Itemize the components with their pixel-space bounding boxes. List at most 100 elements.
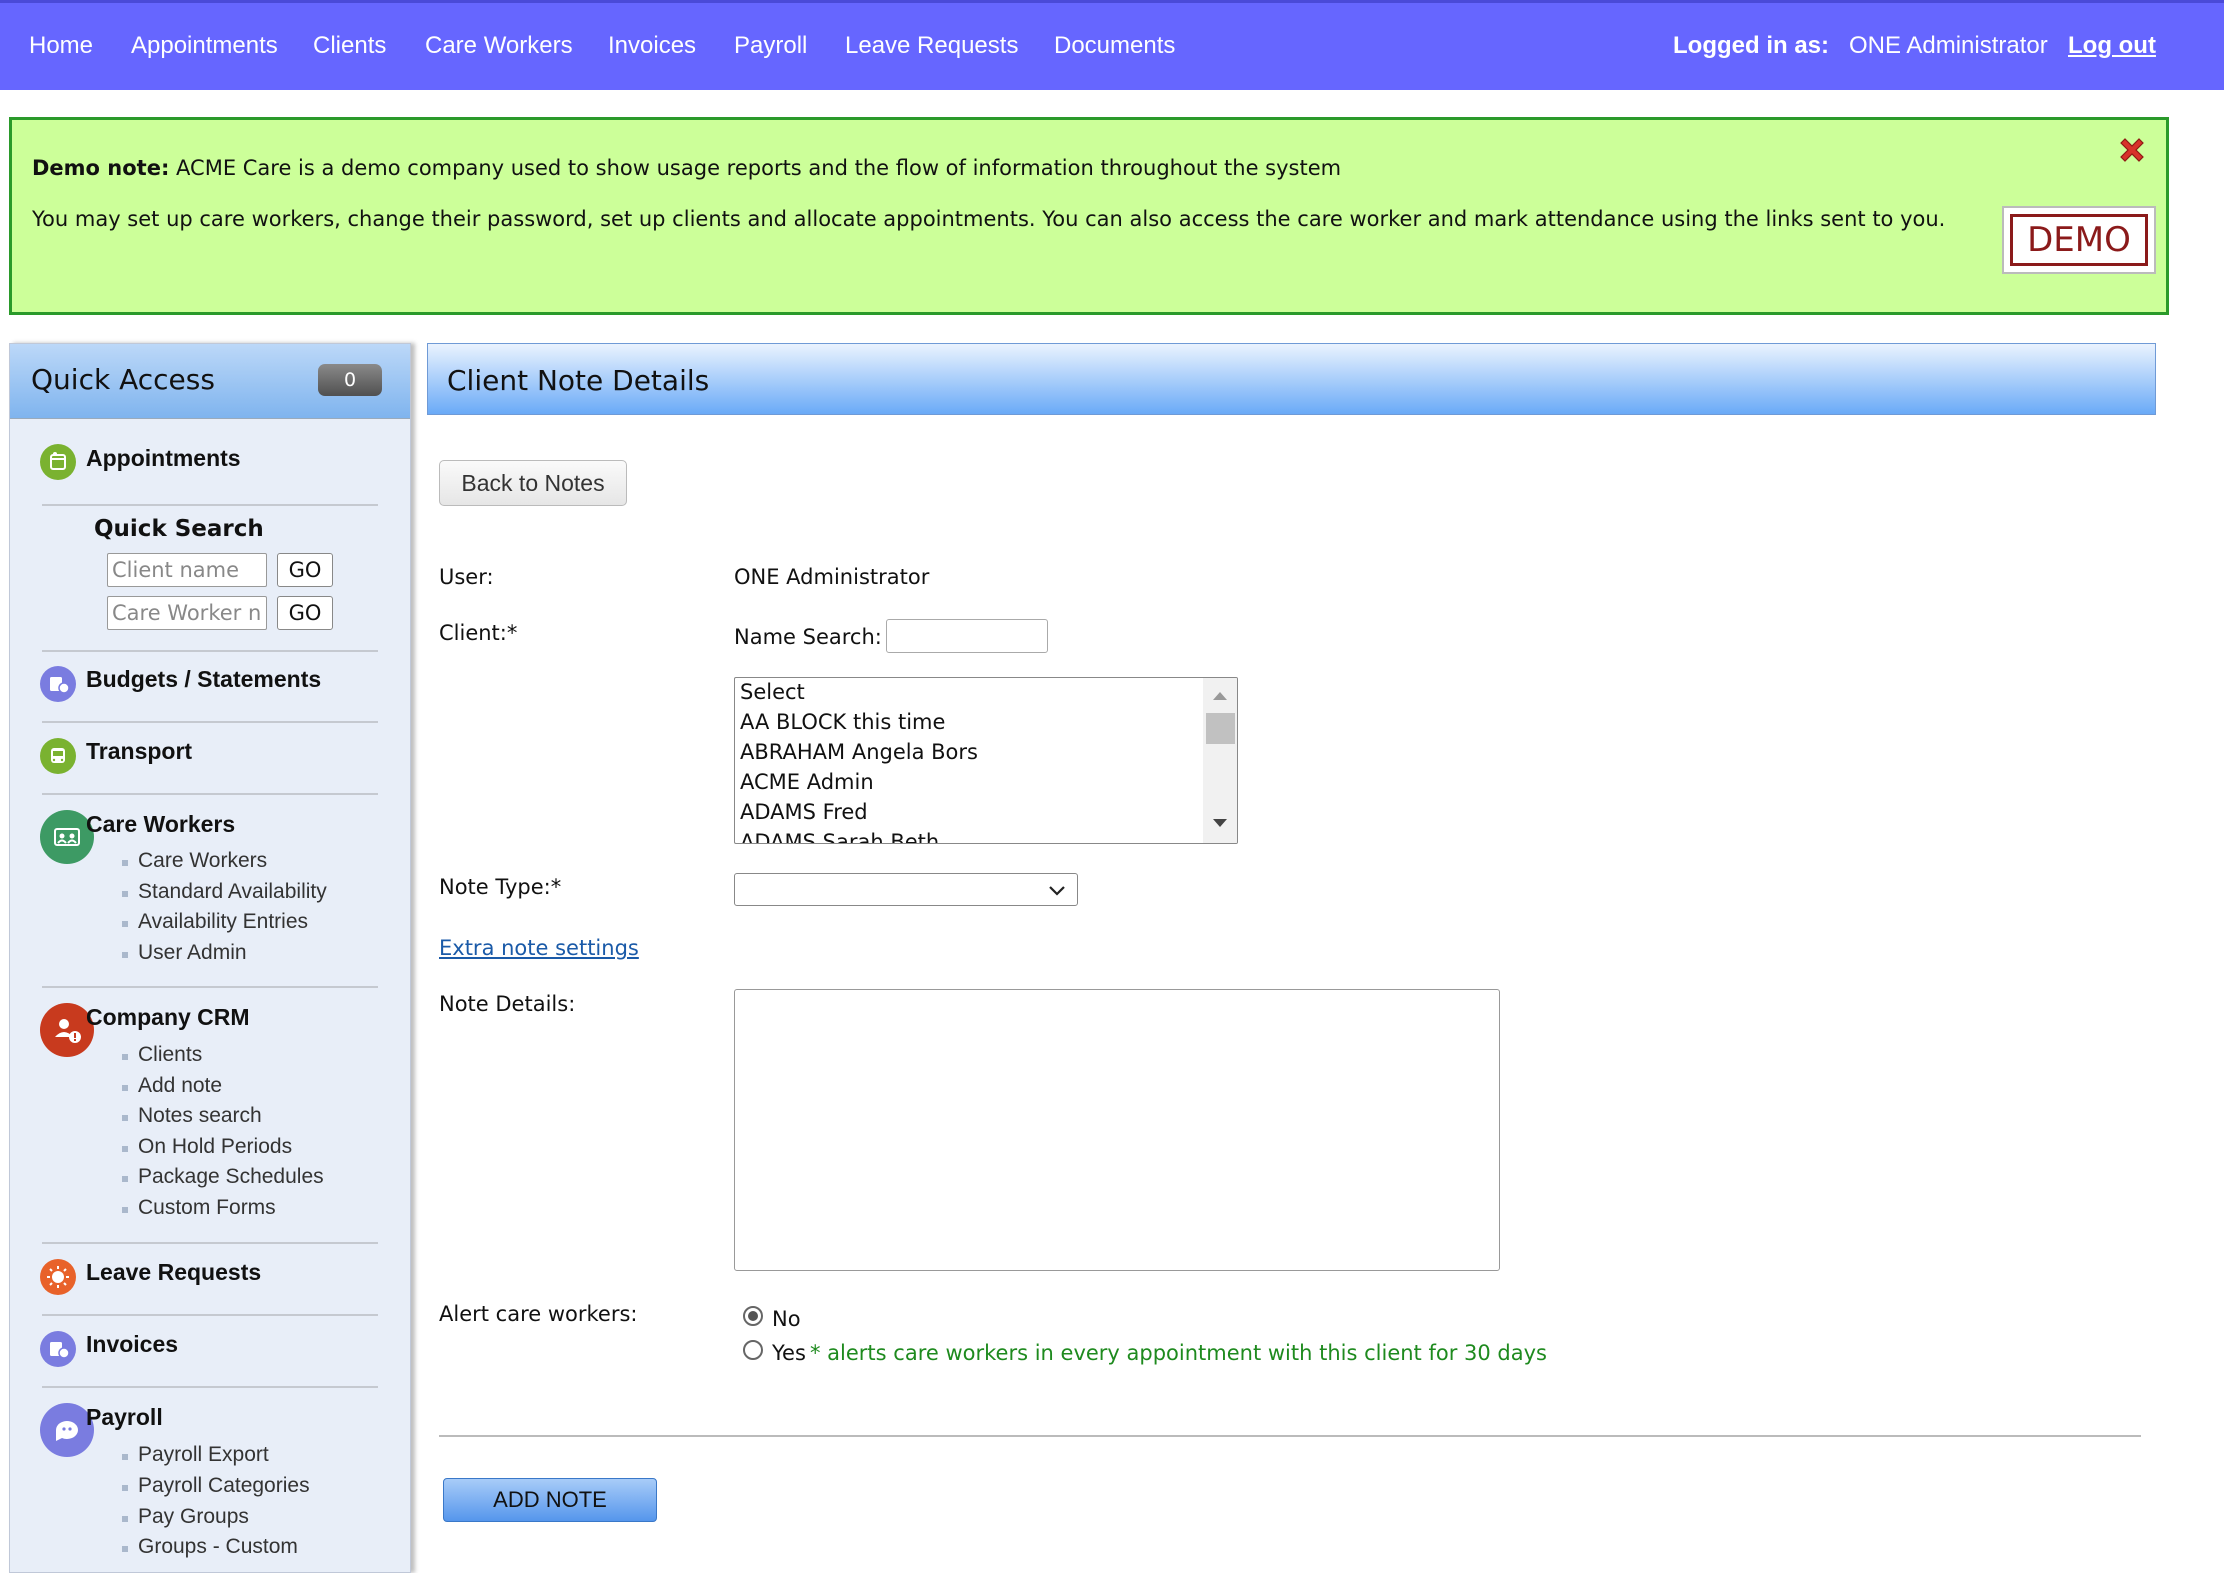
sidebar-link-user-admin[interactable]: User Admin <box>138 941 247 965</box>
note-type-label: Note Type:* <box>439 875 562 899</box>
quick-access-count-badge[interactable]: 0 <box>318 364 382 396</box>
client-option[interactable]: AA BLOCK this time <box>740 710 945 734</box>
alert-help-text: * alerts care workers in every appointme… <box>810 1341 1547 1365</box>
bullet <box>122 860 128 866</box>
sidebar-link-groups-custom[interactable]: Groups - Custom <box>138 1535 298 1559</box>
scroll-up-arrow-icon[interactable] <box>1213 692 1227 700</box>
sidebar-leave-requests[interactable]: Leave Requests <box>86 1259 261 1286</box>
sidebar-transport[interactable]: Transport <box>86 738 192 765</box>
client-option[interactable]: ACME Admin <box>740 770 874 794</box>
alert-yes-radio[interactable] <box>743 1340 763 1360</box>
bullet <box>122 1516 128 1522</box>
demo-note-text: ACME Care is a demo company used to show… <box>169 156 1342 180</box>
sidebar-link-add-note[interactable]: Add note <box>138 1074 222 1098</box>
alert-care-workers-label: Alert care workers: <box>439 1302 638 1326</box>
bullet <box>122 1485 128 1491</box>
demo-note-banner: Demo note: ACME Care is a demo company u… <box>9 117 2169 315</box>
client-option[interactable]: ADAMS Sarah Beth <box>740 830 939 843</box>
bullet <box>122 1146 128 1152</box>
bullet <box>122 1207 128 1213</box>
nav-leave-requests[interactable]: Leave Requests <box>845 32 1018 60</box>
bullet <box>122 952 128 958</box>
sidebar-link-notes-search[interactable]: Notes search <box>138 1104 262 1128</box>
alert-no-radio[interactable] <box>743 1306 763 1326</box>
divider <box>42 793 378 795</box>
client-note-details-header: Client Note Details <box>427 343 2156 415</box>
nav-clients[interactable]: Clients <box>313 32 386 60</box>
bullet <box>122 1054 128 1060</box>
scroll-down-arrow-icon[interactable] <box>1213 819 1227 827</box>
sidebar-appointments[interactable]: Appointments <box>86 445 241 472</box>
extra-note-settings-link[interactable]: Extra note settings <box>439 936 639 960</box>
divider <box>42 1314 378 1316</box>
demo-note-line-1: Demo note: ACME Care is a demo company u… <box>32 156 1341 180</box>
nav-payroll[interactable]: Payroll <box>734 32 807 60</box>
sun-icon <box>40 1259 76 1295</box>
sidebar-link-care-workers[interactable]: Care Workers <box>138 849 267 873</box>
scroll-thumb[interactable] <box>1206 713 1235 744</box>
bullet <box>122 1454 128 1460</box>
quick-access-header: Quick Access 0 <box>10 344 410 419</box>
bullet <box>122 1115 128 1121</box>
demo-badge-text: DEMO <box>2010 214 2148 266</box>
nav-documents[interactable]: Documents <box>1054 32 1175 60</box>
client-name-search-field[interactable] <box>886 619 1048 653</box>
note-type-select[interactable] <box>734 873 1078 906</box>
divider <box>439 1435 2141 1437</box>
client-option[interactable]: ABRAHAM Angela Bors <box>740 740 978 764</box>
client-option[interactable]: ADAMS Fred <box>740 800 868 824</box>
quick-search-title: Quick Search <box>94 516 264 542</box>
sidebar-company-crm[interactable]: Company CRM <box>86 1004 250 1031</box>
sidebar-payroll[interactable]: Payroll <box>86 1404 163 1431</box>
client-option[interactable]: Select <box>740 680 805 704</box>
sidebar-link-payroll-export[interactable]: Payroll Export <box>138 1443 269 1467</box>
care-worker-search-input[interactable] <box>107 596 267 630</box>
logged-in-user: ONE Administrator <box>1849 32 2048 59</box>
alert-yes-label: Yes <box>772 1341 806 1365</box>
divider <box>42 721 378 723</box>
divider <box>42 650 378 652</box>
bus-icon <box>40 738 76 774</box>
bullet <box>122 921 128 927</box>
client-select-list[interactable]: Select AA BLOCK this time ABRAHAM Angela… <box>734 677 1238 844</box>
client-list-scrollbar[interactable] <box>1203 678 1237 843</box>
sidebar-budgets-statements[interactable]: Budgets / Statements <box>86 666 321 693</box>
nav-care-workers[interactable]: Care Workers <box>425 32 573 60</box>
logout-link[interactable]: Log out <box>2068 32 2156 60</box>
note-details-textarea[interactable] <box>734 989 1500 1271</box>
sidebar-link-payroll-categories[interactable]: Payroll Categories <box>138 1474 310 1498</box>
client-search-go-button[interactable]: GO <box>277 553 333 587</box>
close-icon[interactable] <box>2116 134 2148 166</box>
nav-home[interactable]: Home <box>29 32 93 60</box>
nav-invoices[interactable]: Invoices <box>608 32 696 60</box>
demo-note-line-2: You may set up care workers, change thei… <box>32 207 1946 231</box>
sidebar-link-package-schedules[interactable]: Package Schedules <box>138 1165 324 1189</box>
demo-note-label: Demo note: <box>32 156 170 180</box>
name-search-label: Name Search: <box>734 625 882 649</box>
nav-appointments[interactable]: Appointments <box>131 32 278 60</box>
divider <box>42 1242 378 1244</box>
sidebar-link-standard-availability[interactable]: Standard Availability <box>138 880 327 904</box>
sidebar-care-workers[interactable]: Care Workers <box>86 811 235 838</box>
bullet <box>122 1176 128 1182</box>
add-note-button[interactable]: ADD NOTE <box>443 1478 657 1522</box>
note-details-label: Note Details: <box>439 992 576 1016</box>
divider <box>42 1386 378 1388</box>
chevron-down-icon <box>1047 880 1067 904</box>
page-title: Client Note Details <box>447 364 710 397</box>
care-worker-search-go-button[interactable]: GO <box>277 596 333 630</box>
back-to-notes-button[interactable]: Back to Notes <box>439 460 627 506</box>
budget-icon <box>40 666 76 702</box>
user-value: ONE Administrator <box>734 565 930 589</box>
bullet <box>122 891 128 897</box>
sidebar-invoices[interactable]: Invoices <box>86 1331 178 1358</box>
quick-access-title: Quick Access <box>31 363 215 396</box>
sidebar-link-on-hold-periods[interactable]: On Hold Periods <box>138 1135 292 1159</box>
sidebar-link-clients[interactable]: Clients <box>138 1043 202 1067</box>
sidebar-link-pay-groups[interactable]: Pay Groups <box>138 1505 249 1529</box>
sidebar-link-availability-entries[interactable]: Availability Entries <box>138 910 308 934</box>
appointments-icon <box>40 444 76 480</box>
sidebar-link-custom-forms[interactable]: Custom Forms <box>138 1196 276 1220</box>
client-name-search-input[interactable] <box>107 553 267 587</box>
client-label: Client:* <box>439 621 518 645</box>
